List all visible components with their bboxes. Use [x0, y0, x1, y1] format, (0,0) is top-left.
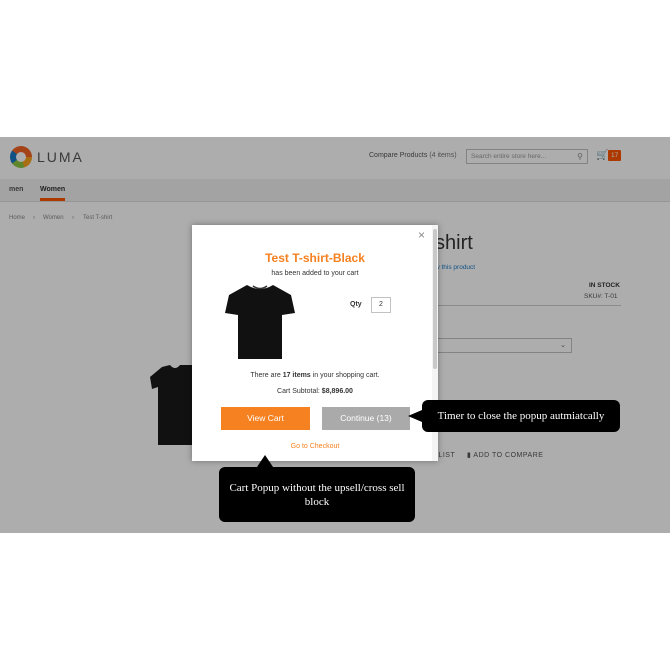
popup-product-title: Test T-shirt-Black	[265, 251, 365, 265]
scrollbar-thumb[interactable]	[433, 229, 437, 369]
popup-subtitle: has been added to your cart	[271, 270, 359, 277]
qty-input[interactable]: 2	[371, 297, 391, 313]
subtotal-label: Cart Subtotal:	[277, 388, 320, 395]
product-tshirt-icon	[225, 285, 295, 359]
items-count: 17 items	[282, 372, 311, 379]
screenshot-canvas: LUMA Compare Products (4 items) Search e…	[0, 0, 670, 670]
cart-subtotal: Cart Subtotal: $8,896.00	[192, 388, 438, 395]
continue-button[interactable]: Continue (13)	[322, 407, 410, 430]
cart-items-summary: There are 17 items in your shopping cart…	[192, 372, 438, 379]
view-cart-button[interactable]: View Cart	[221, 407, 310, 430]
close-icon[interactable]: ×	[418, 228, 425, 242]
cart-popup: × Test T-shirt-Black has been added to y…	[192, 225, 438, 461]
popup-callout: Cart Popup without the upsell/cross sell…	[219, 455, 415, 522]
items-suffix: in your shopping cart.	[312, 372, 380, 379]
go-to-checkout-link[interactable]: Go to Checkout	[192, 443, 438, 450]
timer-callout: Timer to close the popup autmiatcally	[408, 400, 620, 432]
items-prefix: There are	[250, 372, 281, 379]
subtotal-value: $8,896.00	[321, 388, 353, 395]
qty-label: Qty	[350, 301, 362, 308]
